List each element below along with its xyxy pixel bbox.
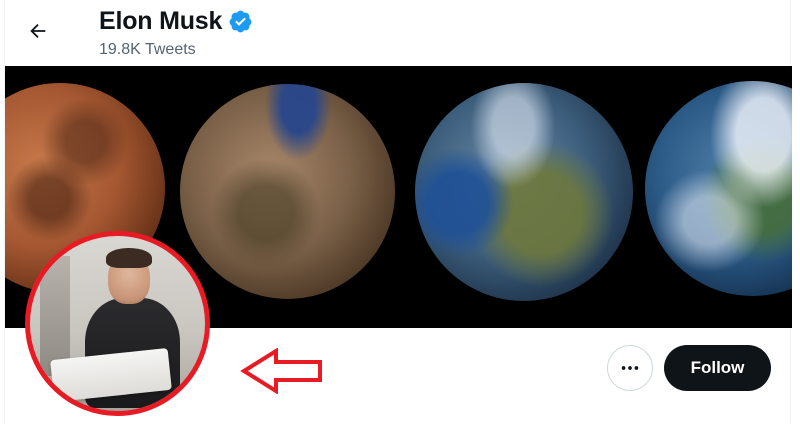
tweet-count: 19.8K Tweets bbox=[99, 41, 196, 58]
follow-button[interactable]: Follow bbox=[664, 345, 771, 391]
more-horizontal-icon bbox=[621, 366, 639, 370]
avatar-person-hair bbox=[106, 248, 152, 268]
more-options-button[interactable] bbox=[607, 345, 653, 391]
avatar[interactable] bbox=[25, 231, 210, 416]
profile-name-row: Elon Musk bbox=[99, 6, 253, 36]
profile-name: Elon Musk bbox=[99, 7, 223, 35]
back-button[interactable] bbox=[20, 13, 56, 49]
planet-mars-terraforming bbox=[415, 83, 633, 301]
annotation-arrow-icon bbox=[240, 348, 322, 394]
planet-mars-early-terraform bbox=[180, 84, 395, 299]
verified-badge-icon bbox=[229, 10, 252, 32]
arrow-left-icon bbox=[30, 23, 46, 39]
profile-header: Elon Musk 19.8K Tweets bbox=[0, 0, 800, 66]
planet-mars-terraformed bbox=[645, 81, 792, 296]
